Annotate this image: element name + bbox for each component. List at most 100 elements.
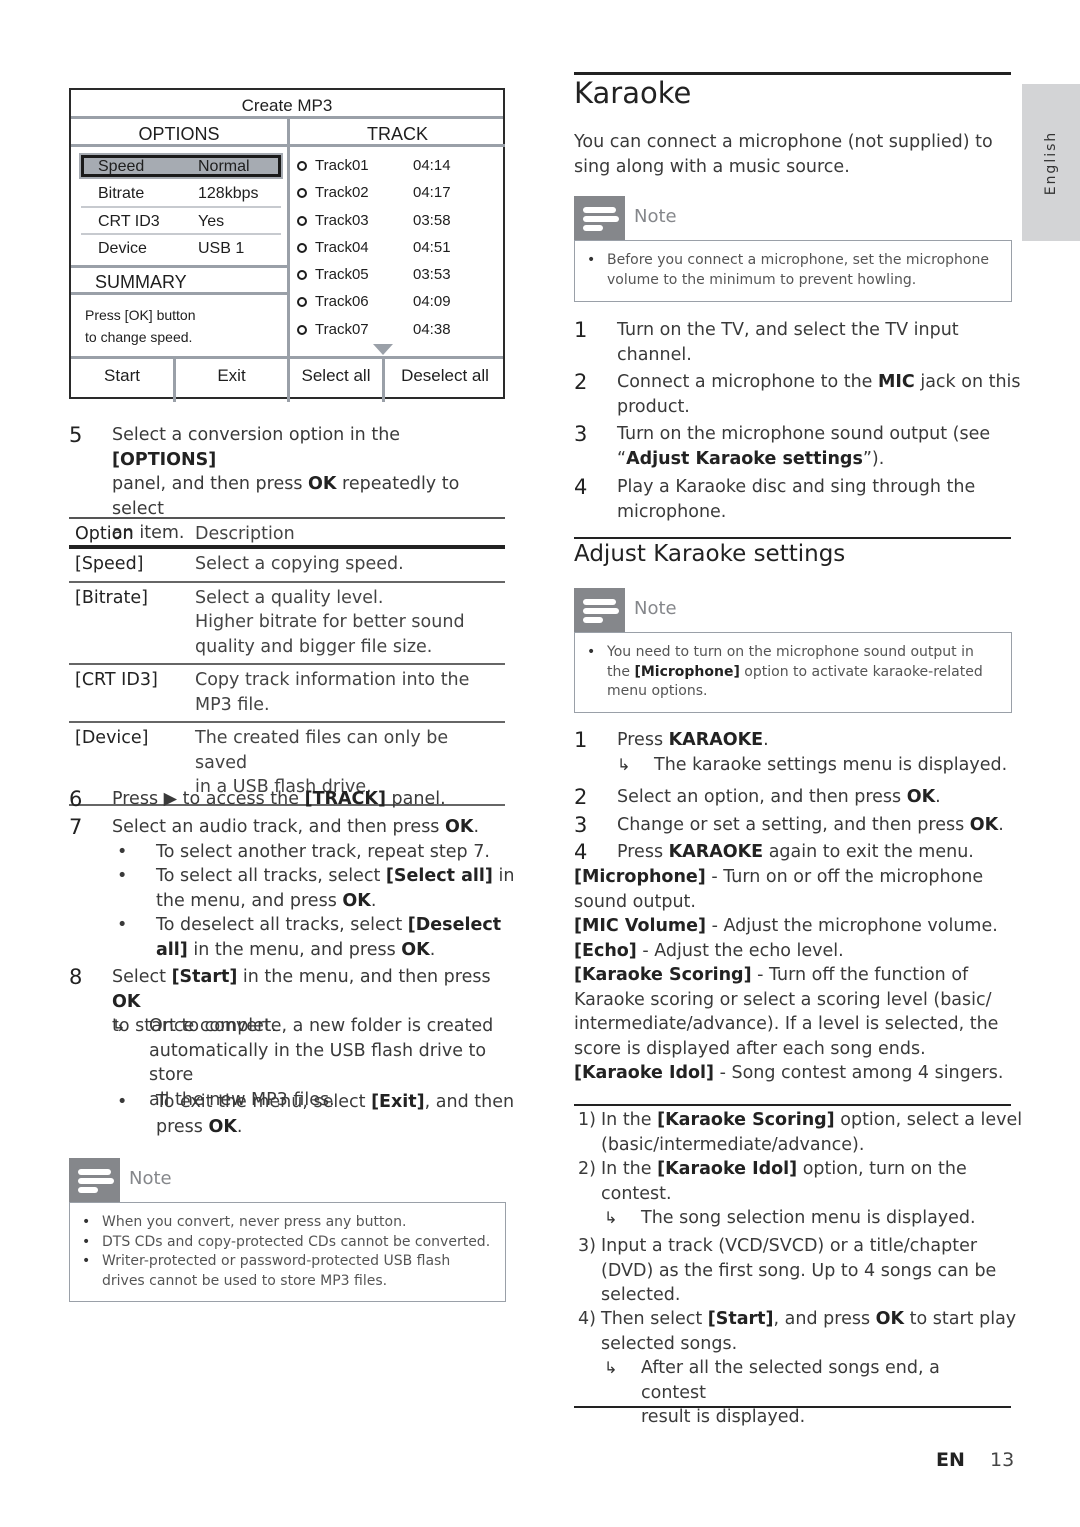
radio-icon bbox=[297, 270, 307, 281]
language-label: English bbox=[1043, 130, 1059, 195]
note-item: You need to turn on the microphone sound… bbox=[587, 643, 999, 702]
table-row: [CRT ID3] Copy track information into th… bbox=[69, 665, 505, 723]
track-row: Track02 04:17 bbox=[296, 179, 501, 206]
step-text: In the [Karaoke Idol] option, turn on th… bbox=[601, 1159, 967, 1204]
start-button: Start bbox=[104, 366, 140, 385]
step-number: 3 bbox=[574, 422, 588, 446]
header-description: Description bbox=[195, 524, 295, 544]
language-tab: English bbox=[1022, 84, 1080, 241]
radio-icon bbox=[297, 324, 307, 335]
step-text: Connect a microphone to the MIC jack on … bbox=[617, 372, 1021, 417]
radio-icon bbox=[297, 242, 307, 253]
track-time: 04:09 bbox=[413, 293, 451, 311]
step-text: Press KARAOKE again to exit the menu. bbox=[617, 842, 974, 862]
radio-icon bbox=[297, 188, 307, 199]
bullet-text: To select another track, repeat step 7. bbox=[156, 842, 490, 862]
step-number: 2 bbox=[574, 785, 588, 809]
step-number: 2) bbox=[578, 1159, 596, 1179]
track-name: Track01 bbox=[315, 157, 369, 174]
option-row-device: Device USB 1 bbox=[81, 235, 281, 263]
bullet-icon: • bbox=[117, 1092, 128, 1112]
hint-line: Press [OK] button bbox=[85, 307, 196, 323]
result-text: The karaoke settings menu is displayed. bbox=[654, 755, 1008, 775]
table-row: [Bitrate] Select a quality level. Higher … bbox=[69, 583, 505, 665]
section-rule bbox=[574, 1104, 1011, 1106]
bullet-text: To exit the menu, select [Exit], and the… bbox=[156, 1092, 515, 1137]
track-row: Track07 04:38 bbox=[296, 316, 501, 343]
track-time: 04:17 bbox=[413, 184, 451, 202]
section-rule bbox=[574, 537, 1011, 539]
note-item: Writer-protected or password-protected U… bbox=[82, 1252, 493, 1291]
option-key: Device bbox=[98, 240, 147, 257]
step-text: Select an audio track, and then press OK… bbox=[112, 817, 480, 837]
result-text: After all the selected songs end, a cont… bbox=[641, 1358, 940, 1427]
step-text: Press ▶ to access the [TRACK] panel. bbox=[112, 789, 446, 809]
option-cell: [Device] bbox=[75, 728, 149, 748]
track-name: Track04 bbox=[315, 238, 369, 256]
option-cell: [Speed] bbox=[75, 554, 144, 574]
menu-button-bar: Start Exit Select all Deselect all bbox=[71, 356, 503, 402]
step-text: Then select [Start], and press OK to sta… bbox=[601, 1309, 1017, 1354]
option-cell: [CRT ID3] bbox=[75, 670, 158, 690]
step-text: Change or set a setting, and then press … bbox=[617, 815, 1004, 835]
option-row-bitrate: Bitrate 128kbps bbox=[81, 180, 281, 208]
scroll-down-icon bbox=[373, 344, 393, 355]
subsection-title: Adjust Karaoke settings bbox=[574, 541, 846, 567]
track-row: Track04 04:51 bbox=[296, 234, 501, 261]
step-number: 2 bbox=[574, 370, 588, 394]
track-name: Track03 bbox=[315, 211, 369, 229]
page-number: 13 bbox=[990, 1449, 1015, 1471]
track-panel-header: TRACK bbox=[290, 119, 505, 147]
note-label: Note bbox=[634, 206, 677, 227]
result-arrow-icon: ↳ bbox=[112, 1016, 126, 1035]
track-row: Track06 04:09 bbox=[296, 288, 501, 315]
step-text: Input a track (VCD/SVCD) or a title/chap… bbox=[601, 1236, 997, 1305]
table-header: Option Description bbox=[69, 519, 505, 549]
step-text: Press KARAOKE. bbox=[617, 730, 769, 750]
track-name: Track07 bbox=[315, 320, 369, 338]
note-box: When you convert, never press any button… bbox=[69, 1202, 506, 1302]
settings-description: [Microphone] - Turn on or off the microp… bbox=[574, 867, 1004, 1083]
track-time: 03:58 bbox=[413, 211, 451, 229]
step-text: Select an option, and then press OK. bbox=[617, 787, 941, 807]
track-list: Track01 04:14 Track02 04:17 Track03 03:58 T… bbox=[296, 152, 501, 343]
step-number: 6 bbox=[69, 787, 83, 811]
step-number: 3 bbox=[574, 813, 588, 837]
footer-language: EN bbox=[936, 1449, 965, 1471]
option-table: Option Description [Speed] Select a copy… bbox=[69, 517, 505, 806]
note-item: DTS CDs and copy-protected CDs cannot be… bbox=[82, 1233, 493, 1253]
exit-button: Exit bbox=[217, 366, 246, 385]
option-row-speed: Speed Normal bbox=[79, 153, 283, 179]
select-all-button: Select all bbox=[301, 366, 371, 385]
step-number: 1 bbox=[574, 318, 588, 342]
deselect-all-button: Deselect all bbox=[401, 366, 489, 385]
radio-icon bbox=[297, 297, 307, 308]
note-item: When you convert, never press any button… bbox=[82, 1213, 493, 1233]
summary-header: SUMMARY bbox=[71, 265, 287, 295]
result-arrow-icon: ↳ bbox=[604, 1208, 618, 1227]
bullet-icon: • bbox=[117, 842, 128, 862]
intro-text: You can connect a microphone (not suppli… bbox=[574, 132, 993, 177]
step-number: 4 bbox=[574, 840, 588, 864]
description-cell: Select a quality level. Higher bitrate fo… bbox=[195, 587, 465, 657]
description-cell: Select a copying speed. bbox=[195, 554, 404, 574]
result-text: The song selection menu is displayed. bbox=[641, 1208, 976, 1228]
note-box: You need to turn on the microphone sound… bbox=[574, 632, 1012, 713]
header-option: Option bbox=[75, 524, 134, 544]
radio-icon bbox=[297, 161, 307, 171]
track-row: Track05 03:53 bbox=[296, 261, 501, 288]
note-icon bbox=[574, 196, 625, 240]
step-number: 4 bbox=[574, 475, 588, 499]
step-number: 3) bbox=[578, 1236, 596, 1256]
option-key: Speed bbox=[98, 158, 145, 175]
note-item: Before you connect a microphone, set the… bbox=[587, 251, 999, 290]
table-row: [Speed] Select a copying speed. bbox=[69, 549, 505, 583]
result-arrow-icon: ↳ bbox=[617, 755, 631, 774]
option-value: USB 1 bbox=[198, 240, 245, 257]
bullet-text: To deselect all tracks, select [Deselect… bbox=[156, 915, 502, 960]
step-text: In the [Karaoke Scoring] option, select … bbox=[601, 1110, 1023, 1155]
track-time: 03:53 bbox=[413, 266, 451, 284]
track-time: 04:38 bbox=[413, 320, 451, 338]
step-number: 1 bbox=[574, 728, 588, 752]
track-name: Track02 bbox=[315, 184, 369, 202]
